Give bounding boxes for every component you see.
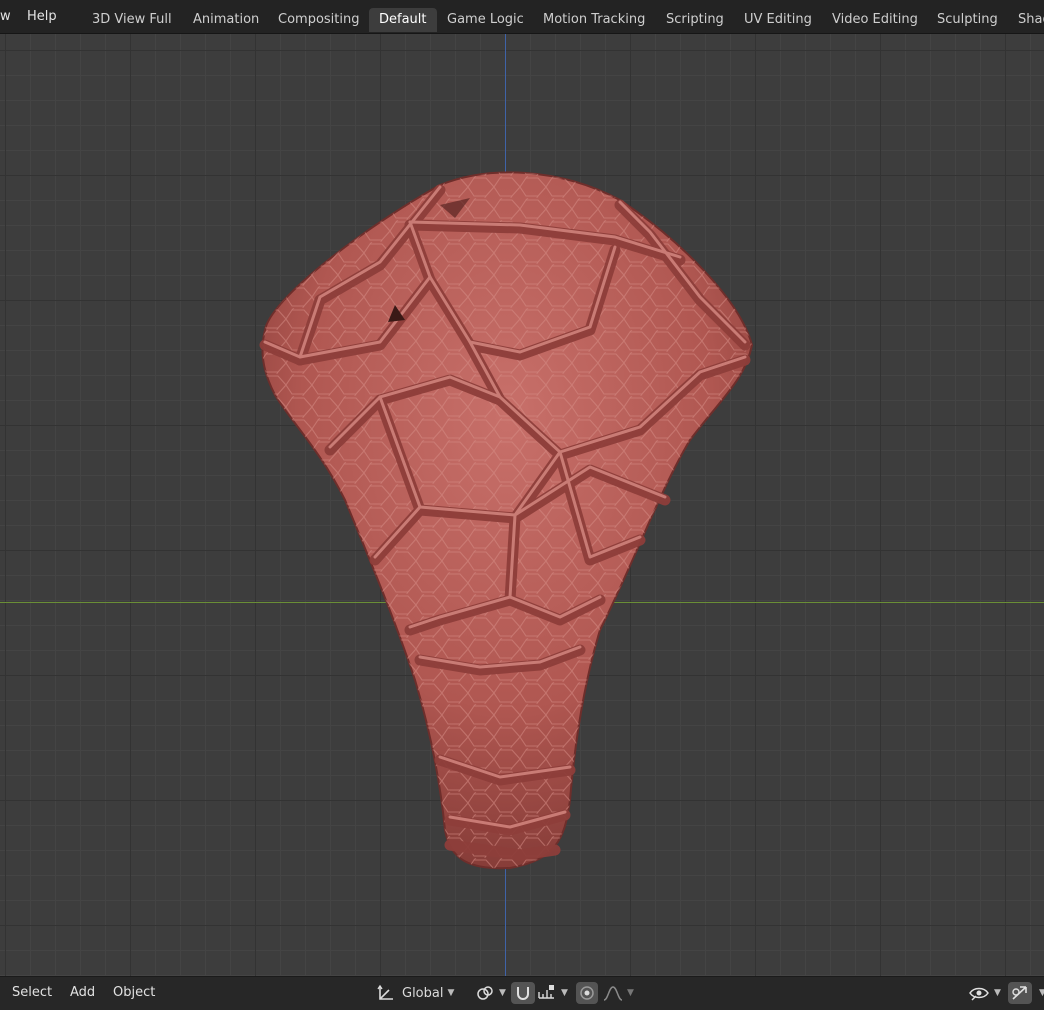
proportional-editing-toggle[interactable] <box>576 982 598 1004</box>
menu-window-partial[interactable]: w <box>0 9 11 24</box>
tab-shading-partial[interactable]: Shad <box>1008 8 1044 32</box>
falloff-dropdown[interactable]: ▼ <box>603 982 634 1004</box>
snap-toggle[interactable] <box>511 982 535 1004</box>
menu-add[interactable]: Add <box>70 985 95 1000</box>
chevron-down-icon: ▼ <box>561 988 568 998</box>
transform-orientation-label: Global <box>402 985 444 1001</box>
viewport-header: Select Add Object Global ▼ ▼ ▼ ▼ ▼ ▼ <box>0 976 1044 1010</box>
gizmo-toggle-icon <box>1012 986 1027 1000</box>
object-visibility-eye-icon <box>969 987 989 1001</box>
snap-target-dropdown[interactable]: ▼ <box>537 982 568 1004</box>
tab-uv-editing[interactable]: UV Editing <box>734 8 822 32</box>
chevron-down-icon: ▼ <box>447 988 455 998</box>
pivot-point-icon <box>477 986 493 1000</box>
snap-magnet-icon <box>517 987 529 1000</box>
tab-compositing[interactable]: Compositing <box>268 8 370 32</box>
3d-viewport[interactable] <box>0 34 1044 976</box>
voronoi-sculpt-object[interactable] <box>0 34 1044 976</box>
tab-default[interactable]: Default <box>369 8 437 32</box>
chevron-down-icon: ▼ <box>627 988 634 998</box>
snap-increment-icon <box>538 985 554 999</box>
object-visibility-dropdown[interactable]: ▼ <box>968 982 1001 1004</box>
tab-scripting[interactable]: Scripting <box>656 8 734 32</box>
tab-animation[interactable]: Animation <box>183 8 269 32</box>
chevron-down-icon[interactable]: ▼ <box>1035 982 1044 1004</box>
gizmo-toggle[interactable] <box>1008 982 1032 1004</box>
tab-sculpting[interactable]: Sculpting <box>927 8 1008 32</box>
chevron-down-icon: ▼ <box>994 988 1001 998</box>
menu-object[interactable]: Object <box>113 985 155 1000</box>
transform-orientation-icon <box>377 984 393 1000</box>
pivot-point-dropdown[interactable]: ▼ <box>475 982 506 1004</box>
proportional-editing-icon <box>580 986 594 1000</box>
chevron-down-icon: ▼ <box>499 988 506 998</box>
tab-video-editing[interactable]: Video Editing <box>822 8 928 32</box>
menu-select[interactable]: Select <box>12 985 52 1000</box>
falloff-curve-icon <box>603 986 623 1001</box>
tab-game-logic[interactable]: Game Logic <box>437 8 534 32</box>
menu-help[interactable]: Help <box>27 9 57 24</box>
tab-3d-view-full[interactable]: 3D View Full <box>82 8 182 32</box>
transform-orientation-dropdown[interactable]: Global ▼ <box>376 982 454 1004</box>
workspace-topbar: w Help 3D View Full Animation Compositin… <box>0 0 1044 34</box>
tab-motion-tracking[interactable]: Motion Tracking <box>533 8 655 32</box>
